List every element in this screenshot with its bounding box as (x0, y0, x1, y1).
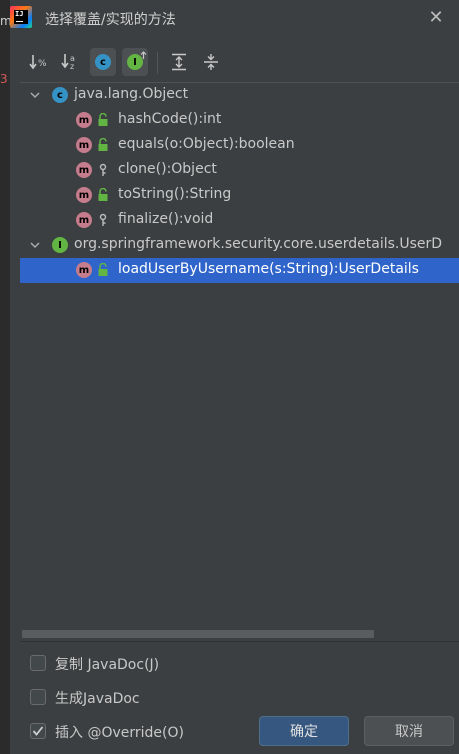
class-icon: c (95, 54, 111, 70)
close-icon[interactable]: ✕ (424, 6, 448, 30)
public-lock-icon (98, 113, 108, 126)
generate-javadoc-label: 生成JavaDoc (55, 691, 140, 707)
collapse-all-button[interactable] (198, 48, 224, 76)
chevron-down-icon[interactable] (29, 239, 41, 251)
intellij-app-icon: IJ (10, 6, 32, 28)
expand-all-icon (172, 53, 186, 71)
copy-javadoc-label: 复制 JavaDoc(J) (55, 657, 160, 673)
toolbar: % a z c I (22, 48, 442, 78)
tree-group-row[interactable]: c java.lang.Object (20, 83, 459, 108)
generate-javadoc-checkbox[interactable] (30, 689, 46, 705)
sort-alpha-icon: a z (61, 54, 75, 71)
insert-override-checkbox[interactable] (30, 723, 46, 739)
method-label: clone():Object (118, 161, 217, 177)
method-label: toString():String (118, 186, 232, 202)
horizontal-scrollbar-thumb[interactable] (22, 630, 374, 638)
divider (20, 641, 459, 642)
tree-method-row[interactable]: m equals(o:Object):boolean (20, 133, 459, 158)
method-icon: m (76, 162, 92, 178)
protected-key-icon (99, 213, 107, 226)
copy-javadoc-checkbox[interactable] (30, 655, 46, 671)
tree-method-row-selected[interactable]: m loadUserByUsername(s:String):UserDetai… (20, 258, 459, 283)
insert-override-label: 插入 @Override(O) (55, 725, 184, 741)
background-editor-edge: m 3 (0, 0, 12, 754)
sort-alphabetically-button[interactable]: a z (58, 48, 84, 76)
edge-char-2: 3 (0, 72, 8, 86)
method-icon: m (76, 137, 92, 153)
tree-group-label: java.lang.Object (74, 86, 189, 102)
interface-icon: I (127, 51, 147, 70)
tree-group-label: org.springframework.security.core.userde… (74, 236, 443, 252)
chevron-down-icon[interactable] (29, 89, 41, 101)
tree-method-row[interactable]: m finalize():void (20, 208, 459, 233)
interface-icon: I (52, 237, 68, 253)
tree-method-row[interactable]: m toString():String (20, 183, 459, 208)
dialog-title: 选择覆盖/实现的方法 (45, 12, 176, 28)
checkmark-icon (32, 726, 44, 736)
ok-button[interactable]: 确定 (259, 716, 349, 746)
protected-key-icon (99, 163, 107, 176)
tree-method-row[interactable]: m clone():Object (20, 158, 459, 183)
tree-method-row[interactable]: m hashCode():int (20, 108, 459, 133)
app-icon-text: IJ (15, 10, 24, 18)
sort-visibility-button[interactable]: % (26, 48, 52, 76)
method-label: hashCode():int (118, 111, 222, 127)
method-icon: m (76, 187, 92, 203)
tree-group-row[interactable]: I org.springframework.security.core.user… (20, 233, 459, 258)
toolbar-separator (157, 52, 158, 74)
svg-text:z: z (70, 62, 74, 71)
expand-all-button[interactable] (166, 48, 192, 76)
method-icon: m (76, 212, 92, 228)
cancel-button[interactable]: 取消 (364, 716, 454, 746)
method-icon: m (76, 262, 92, 278)
method-label: loadUserByUsername(s:String):UserDetails (118, 261, 419, 277)
class-icon: c (52, 87, 68, 103)
public-lock-icon (98, 263, 108, 276)
methods-tree[interactable]: c java.lang.Object m hashCode():int m eq… (20, 82, 459, 643)
public-lock-icon (98, 188, 108, 201)
show-classes-toggle[interactable]: c (90, 48, 116, 76)
show-interfaces-toggle[interactable]: I (122, 48, 148, 76)
method-label: equals(o:Object):boolean (118, 136, 295, 152)
public-lock-icon (98, 138, 108, 151)
method-label: finalize():void (118, 211, 214, 227)
svg-text:%: % (38, 59, 47, 69)
sort-visibility-icon: % (29, 55, 47, 70)
method-icon: m (76, 112, 92, 128)
collapse-all-icon (204, 54, 218, 70)
